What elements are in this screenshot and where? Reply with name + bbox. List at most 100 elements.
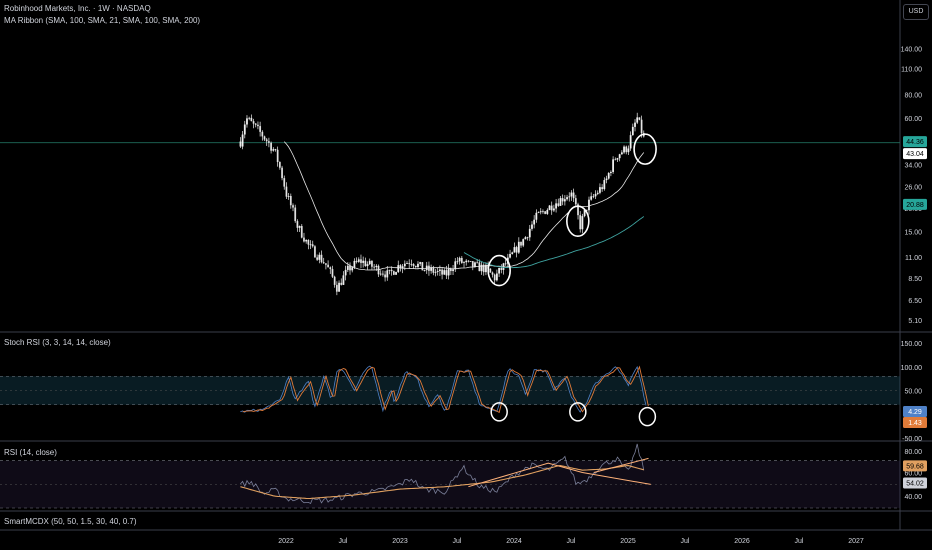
candle-up [588,199,590,211]
candle-down [445,270,448,276]
candle-up [248,117,251,119]
candle-down [289,196,292,206]
candle-down [410,264,413,265]
candle-down [526,237,529,239]
candle-up [309,244,312,246]
time-tick-label: Jul [453,538,462,545]
candle-up [454,261,457,270]
candle-down [638,117,641,120]
secondary-price-tag: 43.04 [906,151,924,158]
candle-up [537,212,540,213]
candle-up [596,192,599,194]
rsi-ma-tag: 54.02 [906,481,924,488]
candle-up [465,260,468,263]
candle-up [570,192,573,197]
candle-down [254,123,257,125]
candle-down [316,257,319,260]
candle-down [515,247,518,253]
chart-title: Robinhood Markets, Inc. · 1W · NASDAQ [4,4,151,13]
candle-down [408,263,411,265]
candle-up [241,134,244,147]
time-tick-label: Jul [681,538,690,545]
price-tick-label: 140.00 [901,47,923,54]
rsi-legend[interactable]: RSI (14, close) [4,448,57,457]
candle-down [640,119,643,134]
candle-down [314,246,316,258]
candle-down [335,284,338,292]
candle-down [371,260,373,267]
candle-up [539,211,542,213]
price-tick-label: 8.50 [908,276,922,283]
candle-up [566,197,568,200]
price-tick-label: 11.00 [905,255,922,262]
candle-up [498,267,500,274]
time-tick-label: 2022 [278,538,294,545]
candle-up [631,126,634,136]
candle-up [620,152,623,155]
time-tick-label: 2026 [734,538,750,545]
candle-up [452,269,454,272]
candle-up [403,263,406,267]
candle-down [460,257,463,263]
candle-down [550,205,553,211]
candle-down [320,254,323,263]
candle-down [292,205,294,208]
price-tick-label: 34.00 [904,162,922,169]
candle-up [406,263,408,264]
candle-up [338,282,340,292]
candle-up [474,262,476,267]
candle-down [491,272,494,275]
rsi-tag: 59.68 [906,463,924,470]
stoch-k-tag: 4.29 [908,409,922,416]
candle-up [636,117,639,123]
candle-down [283,178,286,187]
candle-up [357,259,360,262]
candle-up [436,270,439,272]
candle-up [368,260,371,265]
candle-up [517,241,520,253]
candle-down [327,264,329,268]
stoch-rsi-legend[interactable]: Stoch RSI (3, 3, 14, 14, close) [4,338,111,347]
time-tick-label: 2024 [506,538,522,545]
candle-down [300,226,303,238]
candle-down [364,260,367,267]
candle-up [599,187,601,193]
chart-canvas[interactable]: 5.106.508.5011.0015.0020.0026.0034.0060.… [0,0,932,550]
candle-down [574,198,577,205]
price-tick-label: 110.00 [901,66,922,73]
candle-up [379,273,382,275]
candle-up [434,271,437,273]
candle-up [272,149,275,151]
candle-up [423,270,426,271]
candle-down [471,261,474,267]
candle-down [325,263,327,265]
ma-ribbon-legend[interactable]: MA Ribbon (SMA, 100, SMA, 21, SMA, 100, … [4,16,200,25]
candle-up [397,265,400,273]
candle-down [441,269,443,275]
rsi-tick-label: 60.00 [904,471,922,478]
candle-up [563,199,566,202]
candle-up [351,267,354,271]
currency-button[interactable]: USD [903,4,929,20]
smartmcdx-legend[interactable]: SmartMCDX (50, 50, 1.5, 30, 40, 0.7) [4,517,137,526]
candle-up [346,265,349,270]
candle-up [524,237,527,240]
candle-down [592,196,595,198]
candle-down [340,282,343,285]
candle-down [542,211,544,213]
candle-down [561,198,564,202]
candle-up [287,196,290,197]
candle-up [318,254,321,260]
candle-up [568,196,571,198]
candle-up [522,239,525,246]
candle-down [307,239,310,245]
candle-up [305,239,308,242]
candle-down [625,146,628,153]
candle-down [276,149,279,163]
candle-down [296,221,299,228]
candle-down [557,203,560,206]
candle-up [419,262,422,264]
candle-up [553,208,555,211]
price-tick-label: 15.00 [904,229,922,236]
candle-down [382,273,384,275]
